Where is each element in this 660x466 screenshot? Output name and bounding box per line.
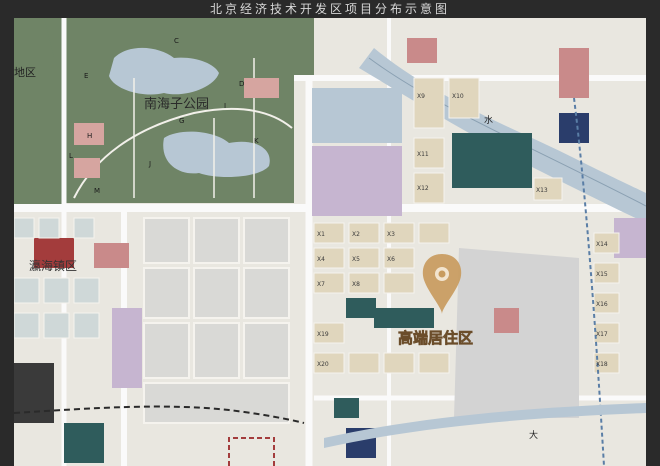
park-letter-l: L [69, 152, 73, 160]
park-letter-m: M [94, 187, 100, 195]
park-plot-2 [74, 158, 100, 178]
purple-plot-1 [312, 146, 402, 216]
blue-plot [312, 88, 402, 143]
block-code: X6 [387, 256, 395, 263]
purple-plot-3 [112, 308, 142, 388]
block-code: X2 [352, 231, 360, 238]
park-letter-i: I [224, 102, 226, 110]
teal-plot-1 [452, 133, 532, 188]
park-letter-g: G [179, 117, 184, 125]
park-letter-h: H [87, 132, 92, 140]
block-code: X19 [317, 331, 329, 338]
park-letter-k: K [254, 137, 259, 145]
park-plot-3 [244, 78, 279, 98]
canal-label: 水 [484, 114, 493, 126]
block-code: X10 [452, 93, 464, 100]
park-label: 南海子公园 [144, 96, 209, 112]
block-code: X8 [352, 281, 360, 288]
park-letter-d: D [239, 80, 244, 88]
block-code: X5 [352, 256, 360, 263]
pink-plot-2 [559, 48, 589, 98]
highlight-label: 高端居住区 [398, 329, 473, 347]
teal-plot-3 [334, 398, 359, 418]
block-code: X9 [417, 93, 425, 100]
block-code: X14 [596, 241, 608, 248]
pink-plot-1 [407, 38, 437, 63]
navy-plot-1 [559, 113, 589, 143]
block-code: X15 [596, 271, 608, 278]
block-code: X18 [596, 361, 608, 368]
block-code: X7 [317, 281, 325, 288]
park-letter-j: J [148, 160, 151, 168]
block-code: X4 [317, 256, 325, 263]
road-label-big: 大 [529, 429, 538, 441]
teal-block-bottom-left [64, 423, 104, 463]
town-blocks [14, 217, 100, 339]
map-area: C D E G H I J K L M X1 X2 X3 X4 X5 X6 X7… [14, 18, 646, 466]
town-label: 瀛海镇区 [29, 258, 77, 273]
block-code: X11 [417, 151, 429, 158]
block-code: X13 [536, 187, 548, 194]
pink-plot-4 [94, 243, 129, 268]
map-canvas: C D E G H I J K L M X1 X2 X3 X4 X5 X6 X7… [14, 18, 646, 466]
block-code: X16 [596, 301, 608, 308]
block-code: X12 [417, 185, 429, 192]
block-code: X3 [387, 231, 395, 238]
pink-plot-3 [494, 308, 519, 333]
dark-block [14, 363, 54, 423]
block-code: X20 [317, 361, 329, 368]
park-letter-c: C [174, 37, 179, 45]
block-code: X1 [317, 231, 325, 238]
teal-plot-4 [374, 308, 434, 328]
edge-label: 地区 [14, 66, 36, 79]
map-frame: 北京经济技术开发区项目分布示意图 C D E G H I J K L M X1 … [0, 0, 660, 466]
page-title: 北京经济技术开发区项目分布示意图 [209, 2, 450, 16]
block-code: X17 [596, 331, 608, 338]
teal-plot-2 [346, 298, 376, 318]
park-letter-e: E [84, 72, 88, 80]
